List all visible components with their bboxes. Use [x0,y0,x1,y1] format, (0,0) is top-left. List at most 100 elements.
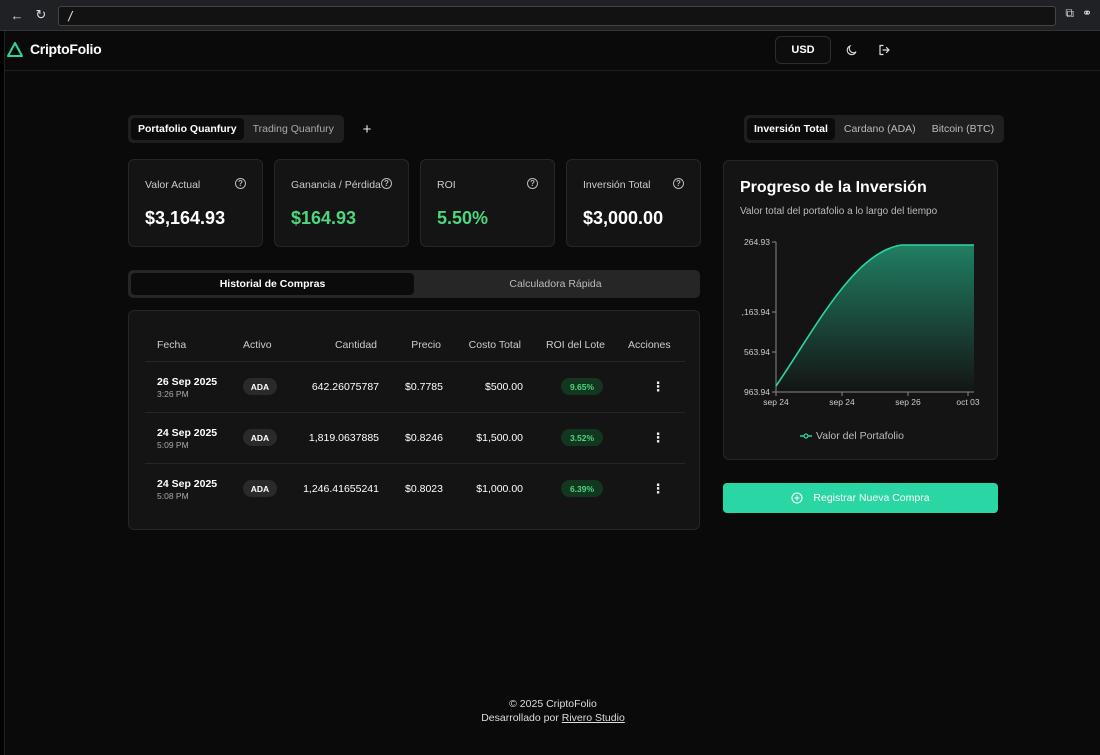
browser-nav: ← ↻ [8,6,50,24]
add-portfolio-button[interactable]: + [358,119,376,139]
chart-legend: Valor del Portafolio [800,430,904,442]
chart-subtitle: Valor total del portafolio a lo largo de… [740,206,938,217]
more-options-icon[interactable]: ⋮ [652,480,665,498]
browser-extensions: ⧉ ⚭ [1065,6,1092,21]
column-header: Acciones [628,339,671,351]
more-options-icon[interactable]: ⋮ [652,429,665,447]
column-header: Activo [243,339,272,351]
footer-developed-by: Desarrollado por [481,712,559,724]
price-cell: $0.8246 [405,432,443,444]
asset-badge: ADA [243,429,277,446]
tab-inversion-total[interactable]: Inversión Total [747,118,835,140]
stat-label: Ganancia / Pérdida [291,179,381,191]
cost-cell: $500.00 [485,381,523,393]
tab-trading-quanfury[interactable]: Trading Quanfury [246,118,341,140]
purchase-time: 3:26 PM [157,389,189,399]
tab-bitcoin[interactable]: Bitcoin (BTC) [925,118,1001,140]
asset-badge: ADA [243,378,277,395]
chart-title: Progreso de la Inversión [740,179,927,196]
cost-cell: $1,000.00 [476,483,523,495]
reload-icon[interactable]: ↻ [32,6,50,24]
footer-copyright: © 2025 CriptoFolio [509,698,597,710]
help-icon[interactable]: ? [673,178,684,189]
asset-badge: ADA [243,480,277,497]
investment-tabs: Inversión Total Cardano (ADA) Bitcoin (B… [744,115,1005,143]
table-row[interactable]: 24 Sep 2025 5:09 PM ADA 1,819.0637885 $0… [145,412,685,463]
portfolio-value-chart: 264.93,163.94563.94963.94sep 24 sep 24 sep… [742,237,980,407]
purchase-date: 24 Sep 2025 [157,427,218,439]
stat-card-inversion-total: Inversión Total ? $3,000.00 [566,159,701,247]
column-header: ROI del Lote [546,339,605,351]
back-icon[interactable]: ← [8,6,26,24]
plus-circle-icon [791,492,803,504]
column-header: Precio [411,339,441,351]
footer-studio-link[interactable]: Rivero Studio [562,712,625,724]
address-bar[interactable]: / [58,6,1056,26]
app-name: CriptoFolio [30,41,102,57]
triangle-logo-icon [7,41,23,57]
browser-toolbar: ← ↻ / ⧉ ⚭ [0,0,1100,31]
stat-value: 5.50% [437,208,489,228]
quantity-cell: 642.26075787 [311,381,379,393]
column-header: Cantidad [334,339,377,351]
y-tick-label: ,163.94 [742,307,771,317]
stat-value: $3,000.00 [583,208,664,228]
currency-button[interactable]: USD [775,36,831,64]
x-tick-label: sep 24 [829,397,855,407]
purchase-time: 5:08 PM [157,491,189,501]
logo[interactable]: CriptoFolio [7,41,102,57]
stat-value: $164.93 [291,208,357,228]
roi-badge: 9.65% [561,378,603,395]
column-header: Costo Total [468,339,521,351]
roi-badge: 6.39% [561,480,603,497]
x-tick-label: sep 26 [895,397,921,407]
roi-badge: 3.52% [561,429,603,446]
moon-icon [846,44,857,56]
logout-button[interactable] [875,41,893,59]
help-icon[interactable]: ? [235,178,246,189]
price-cell: $0.8023 [405,483,443,495]
table-row[interactable]: 24 Sep 2025 5:08 PM ADA 1,246.41655241 $… [145,463,685,514]
cost-cell: $1,500.00 [476,432,523,444]
column-header: Fecha [157,339,187,351]
app-header: CriptoFolio USD [5,31,1100,71]
stat-label: Valor Actual [145,179,201,191]
investment-chart-card: Progreso de la Inversión Valor total del… [723,160,998,460]
help-icon[interactable]: ? [381,178,392,189]
tab-calculadora-rapida[interactable]: Calculadora Rápida [414,273,697,295]
purchases-table: Fecha Activo Cantidad Precio Costo Total… [128,310,700,530]
table-row[interactable]: 26 Sep 2025 3:26 PM ADA 642.26075787 $0.… [145,361,685,412]
tab-historial-compras[interactable]: Historial de Compras [131,273,414,295]
cast-icon[interactable]: ⧉ [1065,6,1074,21]
footer-credits: Desarrollado por Rivero Studio [5,712,1100,724]
more-options-icon[interactable]: ⋮ [652,378,665,396]
x-tick-label: oct 03 [956,397,979,407]
register-button-label: Registrar Nueva Compra [813,492,930,504]
quantity-cell: 1,819.0637885 [308,432,379,444]
y-tick-label: 563.94 [744,347,770,357]
theme-toggle[interactable] [843,41,861,59]
portfolio-tabs: Portafolio Quanfury Trading Quanfury [128,115,344,143]
history-tabs: Historial de Compras Calculadora Rápida [128,270,700,298]
stat-label: Inversión Total [583,179,651,191]
purchase-date: 26 Sep 2025 [157,376,218,388]
link-icon[interactable]: ⚭ [1082,6,1092,21]
x-tick-label: sep 24 [763,397,789,407]
stat-label: ROI [437,179,456,191]
stat-card-roi: ROI ? 5.50% [420,159,555,247]
series-area [776,245,974,392]
register-purchase-button[interactable]: Registrar Nueva Compra [723,483,998,513]
y-tick-label: 264.93 [744,237,770,247]
y-tick-label: 963.94 [744,387,770,397]
stat-value: $3,164.93 [145,208,226,228]
tab-cardano[interactable]: Cardano (ADA) [837,118,923,140]
stat-card-valor-actual: Valor Actual ? $3,164.93 [128,159,263,247]
legend-line-icon [800,433,812,439]
tab-portafolio-quanfury[interactable]: Portafolio Quanfury [131,118,244,140]
legend-label: Valor del Portafolio [816,430,904,442]
purchase-date: 24 Sep 2025 [157,478,218,490]
help-icon[interactable]: ? [527,178,538,189]
purchase-time: 5:09 PM [157,440,189,450]
stat-card-ganancia: Ganancia / Pérdida ? $164.93 [274,159,409,247]
price-cell: $0.7785 [405,381,443,393]
